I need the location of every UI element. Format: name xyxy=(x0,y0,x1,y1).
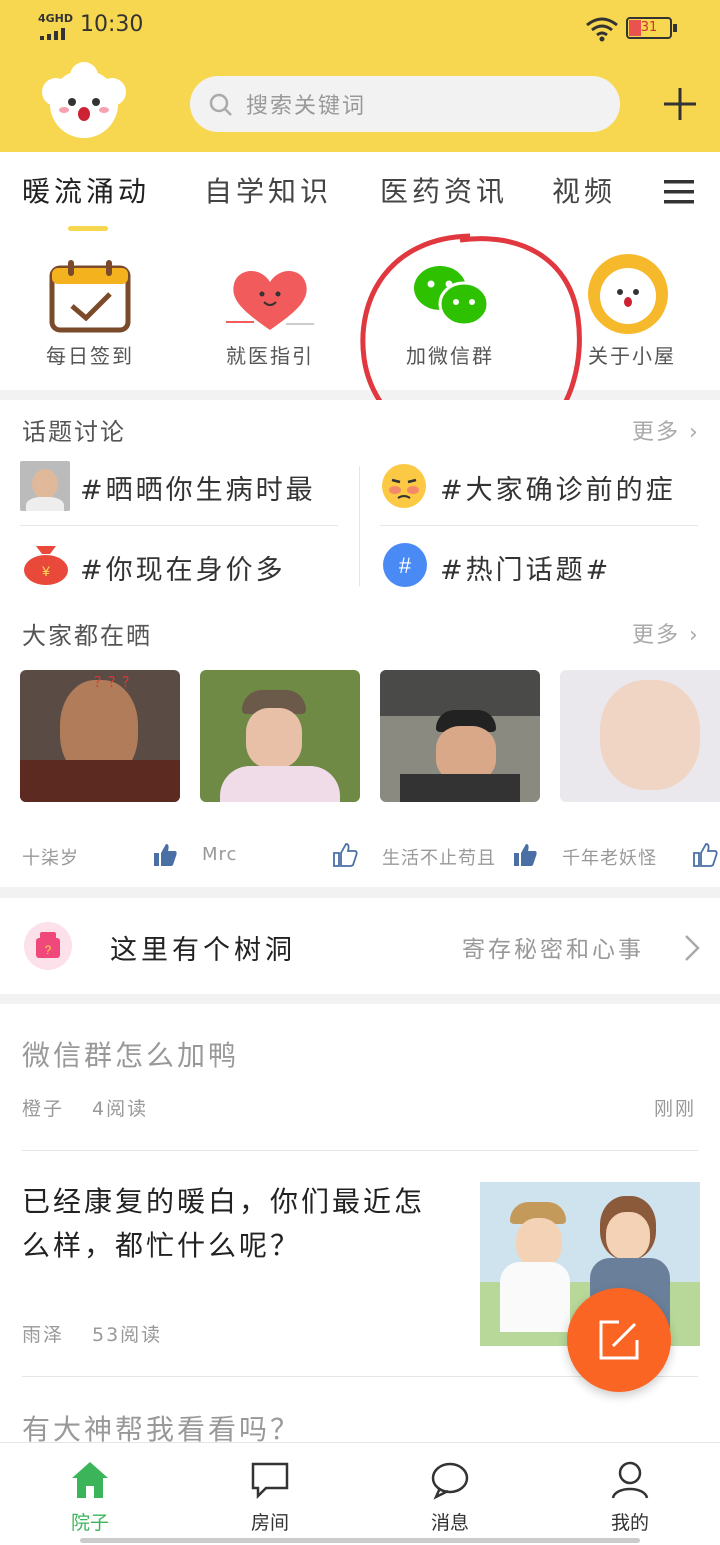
status-time: 10:30 xyxy=(80,12,144,37)
photo-card[interactable] xyxy=(560,670,720,802)
post-reads: 53阅读 xyxy=(92,1324,163,1346)
thumbs-up-icon[interactable] xyxy=(332,842,358,868)
network-indicator: 4GHD xyxy=(38,12,74,25)
photo-user-name: 十柒岁 xyxy=(22,848,79,869)
active-tab-indicator xyxy=(68,226,108,231)
quick-action-medical-guide[interactable]: 就医指引 xyxy=(200,340,340,369)
nav-room[interactable]: 房间 xyxy=(210,1508,330,1535)
signal-icon xyxy=(40,28,70,40)
tree-hole-subtitle: 寄存秘密和心事 xyxy=(462,937,644,963)
app-logo-icon[interactable] xyxy=(34,62,134,146)
vertical-divider xyxy=(359,466,360,586)
sick-face-icon xyxy=(382,464,426,508)
svg-text:?: ? xyxy=(45,943,52,957)
tab-warm-flow[interactable]: 暖流涌动 xyxy=(22,170,150,210)
battery-level: 31 xyxy=(640,20,658,35)
add-icon[interactable] xyxy=(662,86,698,122)
photos-title: 大家都在晒 xyxy=(22,622,152,650)
chevron-right-icon xyxy=(685,935,700,961)
photos-more-link[interactable]: 更多 › xyxy=(632,617,700,649)
post-time: 刚刚 xyxy=(654,1098,697,1120)
svg-text:¥: ¥ xyxy=(41,563,50,579)
menu-icon[interactable] xyxy=(664,178,696,206)
topic-item[interactable]: #大家确诊前的症 xyxy=(440,468,676,507)
topics-more-link[interactable]: 更多 › xyxy=(632,414,700,446)
compose-icon xyxy=(599,1320,639,1360)
about-house-icon[interactable] xyxy=(582,250,674,338)
thumbs-up-icon[interactable] xyxy=(692,842,718,868)
tab-self-study[interactable]: 自学知识 xyxy=(204,170,332,210)
money-bag-icon: ¥ xyxy=(24,546,68,585)
tree-hole-title: 这里有个树洞 xyxy=(110,935,296,966)
post-title[interactable]: 微信群怎么加鸭 xyxy=(22,1034,239,1074)
quick-action-checkin[interactable]: 每日签到 xyxy=(20,340,160,369)
search-placeholder: 搜索关键词 xyxy=(246,94,367,119)
room-icon[interactable] xyxy=(250,1460,290,1500)
search-icon xyxy=(209,93,232,116)
photo-user-name: 千年老妖怪 xyxy=(562,848,657,869)
divider xyxy=(22,1150,698,1151)
photo-card[interactable] xyxy=(200,670,360,802)
wifi-icon xyxy=(586,17,618,42)
nav-messages[interactable]: 消息 xyxy=(390,1508,510,1535)
message-icon[interactable] xyxy=(430,1460,470,1500)
photo-card[interactable] xyxy=(380,670,540,802)
calendar-check-icon[interactable] xyxy=(48,258,132,334)
divider xyxy=(380,525,698,526)
thumbs-up-icon[interactable] xyxy=(152,842,178,868)
post-author: 橙子 xyxy=(22,1098,65,1120)
thumbs-up-icon[interactable] xyxy=(512,842,538,868)
topic-item[interactable]: #热门话题# xyxy=(440,548,611,587)
compose-button[interactable] xyxy=(567,1288,671,1392)
topic-item[interactable]: #晒晒你生病时最 xyxy=(80,468,316,507)
tab-video[interactable]: 视频 xyxy=(552,170,616,210)
gesture-bar xyxy=(80,1538,640,1543)
post-reads: 4阅读 xyxy=(92,1098,149,1120)
svg-text:#: # xyxy=(399,553,412,578)
post-title[interactable]: 已经康复的暖白，你们最近怎么样，都忙什么呢？ xyxy=(22,1180,452,1268)
topics-title: 话题讨论 xyxy=(22,418,126,446)
heart-guide-icon[interactable] xyxy=(224,262,316,334)
photo-user-name: Mrc xyxy=(202,844,238,865)
photo-user-name: 生活不止苟且 xyxy=(382,848,496,869)
topic-item[interactable]: #你现在身价多 xyxy=(80,548,286,587)
photo-card[interactable]: ？？？ xyxy=(20,670,180,802)
home-icon[interactable] xyxy=(70,1460,110,1500)
profile-icon[interactable] xyxy=(610,1460,650,1500)
nav-yard[interactable]: 院子 xyxy=(30,1508,150,1535)
tree-hole-icon: ? xyxy=(24,922,72,970)
tab-medical-news[interactable]: 医药资讯 xyxy=(380,170,508,210)
hashtag-icon: # xyxy=(383,543,427,587)
post-author: 雨泽 xyxy=(22,1324,65,1346)
topic-avatar xyxy=(20,461,70,511)
nav-mine[interactable]: 我的 xyxy=(570,1508,690,1535)
divider xyxy=(20,525,338,526)
